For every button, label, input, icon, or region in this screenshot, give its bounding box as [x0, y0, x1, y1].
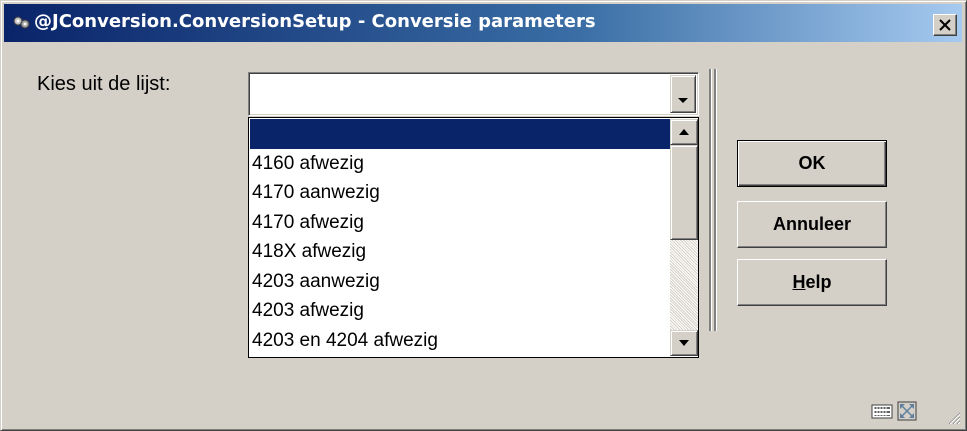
resize-grip-icon[interactable] [947, 411, 961, 425]
list-item[interactable]: 4170 aanwezig [250, 178, 670, 208]
dropdown-items: 4160 afwezig 4170 aanwezig 4170 afwezig 418… [250, 119, 670, 356]
list-item[interactable]: 4160 afwezig [250, 149, 670, 179]
list-item[interactable]: 418X afwezig [250, 237, 670, 267]
maximize-icon[interactable] [897, 401, 917, 421]
help-label-rest: elp [805, 272, 832, 292]
vertical-divider [714, 69, 717, 331]
chevron-down-icon [678, 98, 688, 103]
close-icon [939, 19, 951, 31]
list-scrollbar[interactable] [670, 119, 698, 356]
dropdown-list[interactable]: 4160 afwezig 4170 aanwezig 4170 afwezig 418… [248, 117, 699, 358]
vertical-divider [709, 69, 712, 331]
ok-button[interactable]: OK [737, 140, 887, 187]
list-item[interactable] [250, 119, 670, 149]
title-bar[interactable]: @JConversion.ConversionSetup - Conversie… [4, 4, 962, 42]
cancel-button[interactable]: Annuleer [737, 201, 887, 248]
close-button[interactable] [933, 14, 957, 36]
scroll-thumb[interactable] [670, 145, 698, 240]
list-item[interactable]: 4203 aanwezig [250, 267, 670, 297]
choice-combobox[interactable] [248, 72, 699, 116]
window-title: @JConversion.ConversionSetup - Conversie… [34, 11, 596, 32]
dialog-window: @JConversion.ConversionSetup - Conversie… [0, 0, 967, 431]
arrow-up-icon [679, 129, 689, 135]
app-icon [12, 13, 32, 33]
keyboard-icon[interactable] [871, 402, 893, 420]
help-button[interactable]: Help [737, 259, 887, 306]
choose-label: Kies uit de lijst: [37, 73, 171, 95]
scroll-down-button[interactable] [670, 330, 698, 356]
list-item[interactable]: 4203 afwezig [250, 296, 670, 326]
list-item[interactable]: 4170 afwezig [250, 208, 670, 238]
help-mnemonic: H [792, 272, 806, 292]
list-item[interactable]: 4203 en 4204 afwezig [250, 326, 670, 356]
combobox-dropdown-button[interactable] [670, 75, 696, 113]
scroll-up-button[interactable] [670, 119, 698, 145]
arrow-down-icon [679, 340, 689, 346]
